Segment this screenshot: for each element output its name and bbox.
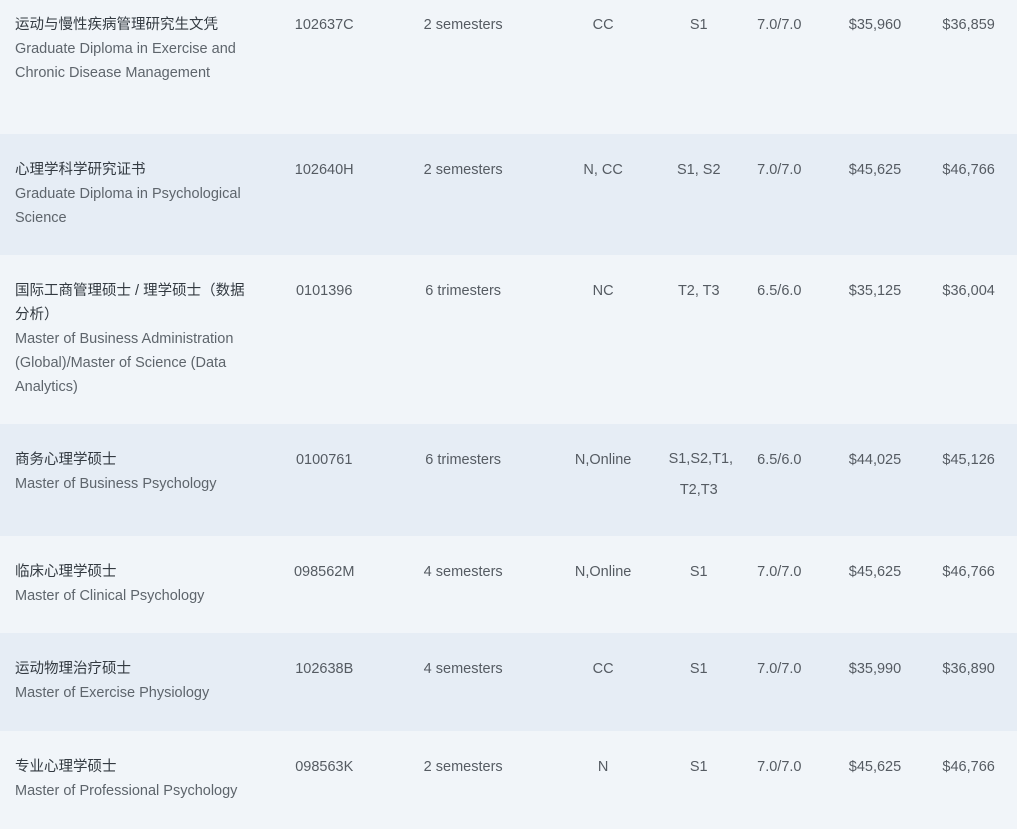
program-duration: 2 semesters	[423, 759, 503, 775]
program-table: 运动与慢性疾病管理研究生文凭 Graduate Diploma in Exerc…	[0, 0, 1017, 829]
program-code: 098562M	[293, 564, 355, 580]
program-fee-2: $46,766	[942, 162, 995, 178]
program-intake: S1	[689, 17, 708, 33]
program-fee-2: $46,766	[942, 564, 995, 580]
program-name-zh: 商务心理学硕士	[15, 452, 117, 468]
table-row: 商务心理学硕士 Master of Business Psychology 01…	[0, 424, 1017, 536]
program-duration: 4 semesters	[423, 661, 503, 677]
program-location: N,Online	[574, 452, 632, 468]
program-code: 0100761	[295, 452, 353, 468]
program-fee-1: $45,625	[848, 162, 902, 178]
program-ielts: 7.0/7.0	[757, 564, 802, 580]
program-name-en: Master of Business Administration (Globa…	[15, 331, 234, 395]
program-name-zh: 心理学科学研究证书	[15, 162, 146, 178]
program-name-zh: 专业心理学硕士	[15, 759, 117, 775]
program-name-en: Graduate Diploma in Psychological Scienc…	[15, 186, 241, 226]
program-fee-2: $36,890	[942, 661, 995, 677]
program-location: CC	[592, 661, 614, 677]
program-ielts: 7.0/7.0	[757, 17, 802, 33]
program-ielts: 7.0/7.0	[757, 759, 802, 775]
program-ielts: 6.5/6.0	[757, 452, 802, 468]
program-name-zh: 运动与慢性疾病管理研究生文凭	[15, 17, 218, 33]
table-row: 专业心理学硕士 Master of Professional Psycholog…	[0, 731, 1017, 829]
program-fee-1: $35,990	[848, 661, 902, 677]
program-code: 102640H	[294, 162, 354, 178]
program-code: 0101396	[295, 283, 353, 299]
program-fee-1: $45,625	[848, 759, 902, 775]
table-row: 运动与慢性疾病管理研究生文凭 Graduate Diploma in Exerc…	[0, 0, 1017, 134]
table-row: 运动物理治疗硕士 Master of Exercise Physiology 1…	[0, 633, 1017, 731]
program-fee-1: $35,960	[848, 17, 902, 33]
program-name-zh: 临床心理学硕士	[15, 564, 117, 580]
program-intake: S1, S2	[677, 162, 721, 178]
program-name-cell: 运动物理治疗硕士 Master of Exercise Physiology	[0, 633, 260, 731]
program-name-cell: 心理学科学研究证书 Graduate Diploma in Psychologi…	[0, 134, 260, 255]
program-fee-2: $36,004	[942, 283, 995, 299]
program-name-cell: 临床心理学硕士 Master of Clinical Psychology	[0, 536, 260, 633]
program-code: 098563K	[295, 759, 354, 775]
program-duration: 4 semesters	[423, 564, 503, 580]
program-intake: S1	[689, 564, 708, 580]
program-ielts: 6.5/6.0	[757, 283, 802, 299]
program-ielts: 7.0/7.0	[757, 661, 802, 677]
program-code: 102638B	[295, 661, 354, 677]
program-fee-2: $46,766	[942, 759, 995, 775]
program-intake-cell: S1,S2,T1, T2,T3	[668, 424, 734, 536]
program-location: NC	[592, 283, 614, 299]
program-name-cell: 国际工商管理硕士 / 理学硕士（数据分析） Master of Business…	[0, 255, 260, 424]
program-intake: S1,S2,T1, T2,T3	[668, 451, 734, 498]
program-intake: S1	[689, 759, 708, 775]
program-name-en: Master of Exercise Physiology	[15, 685, 210, 701]
program-name-en: Master of Professional Psychology	[15, 783, 238, 799]
program-duration: 6 trimesters	[425, 283, 502, 299]
program-fee-1: $44,025	[848, 452, 902, 468]
table-row: 临床心理学硕士 Master of Clinical Psychology 09…	[0, 536, 1017, 633]
program-name-en: Master of Business Psychology	[15, 476, 217, 492]
program-name-zh: 国际工商管理硕士 / 理学硕士（数据分析）	[15, 283, 245, 323]
program-name-en: Graduate Diploma in Exercise and Chronic…	[15, 41, 236, 81]
table-row: 国际工商管理硕士 / 理学硕士（数据分析） Master of Business…	[0, 255, 1017, 424]
program-location: N,Online	[574, 564, 632, 580]
program-name-zh: 运动物理治疗硕士	[15, 661, 131, 677]
program-fee-2: $36,859	[942, 17, 995, 33]
program-name-cell: 商务心理学硕士 Master of Business Psychology	[0, 424, 260, 536]
program-location: CC	[592, 17, 614, 33]
program-ielts: 7.0/7.0	[757, 162, 802, 178]
program-duration: 6 trimesters	[425, 452, 502, 468]
program-intake: T2, T3	[677, 283, 720, 299]
program-intake: S1	[689, 661, 708, 677]
program-fee-2: $45,126	[942, 452, 995, 468]
program-location: N	[597, 759, 609, 775]
program-name-cell: 运动与慢性疾病管理研究生文凭 Graduate Diploma in Exerc…	[0, 0, 260, 134]
program-location: N, CC	[583, 162, 623, 178]
program-name-cell: 专业心理学硕士 Master of Professional Psycholog…	[0, 731, 260, 829]
table-row: 心理学科学研究证书 Graduate Diploma in Psychologi…	[0, 134, 1017, 255]
program-duration: 2 semesters	[423, 17, 503, 33]
program-code: 102637C	[294, 17, 354, 33]
program-fee-1: $45,625	[848, 564, 902, 580]
program-duration: 2 semesters	[423, 162, 503, 178]
program-fee-1: $35,125	[848, 283, 902, 299]
program-name-en: Master of Clinical Psychology	[15, 588, 205, 604]
